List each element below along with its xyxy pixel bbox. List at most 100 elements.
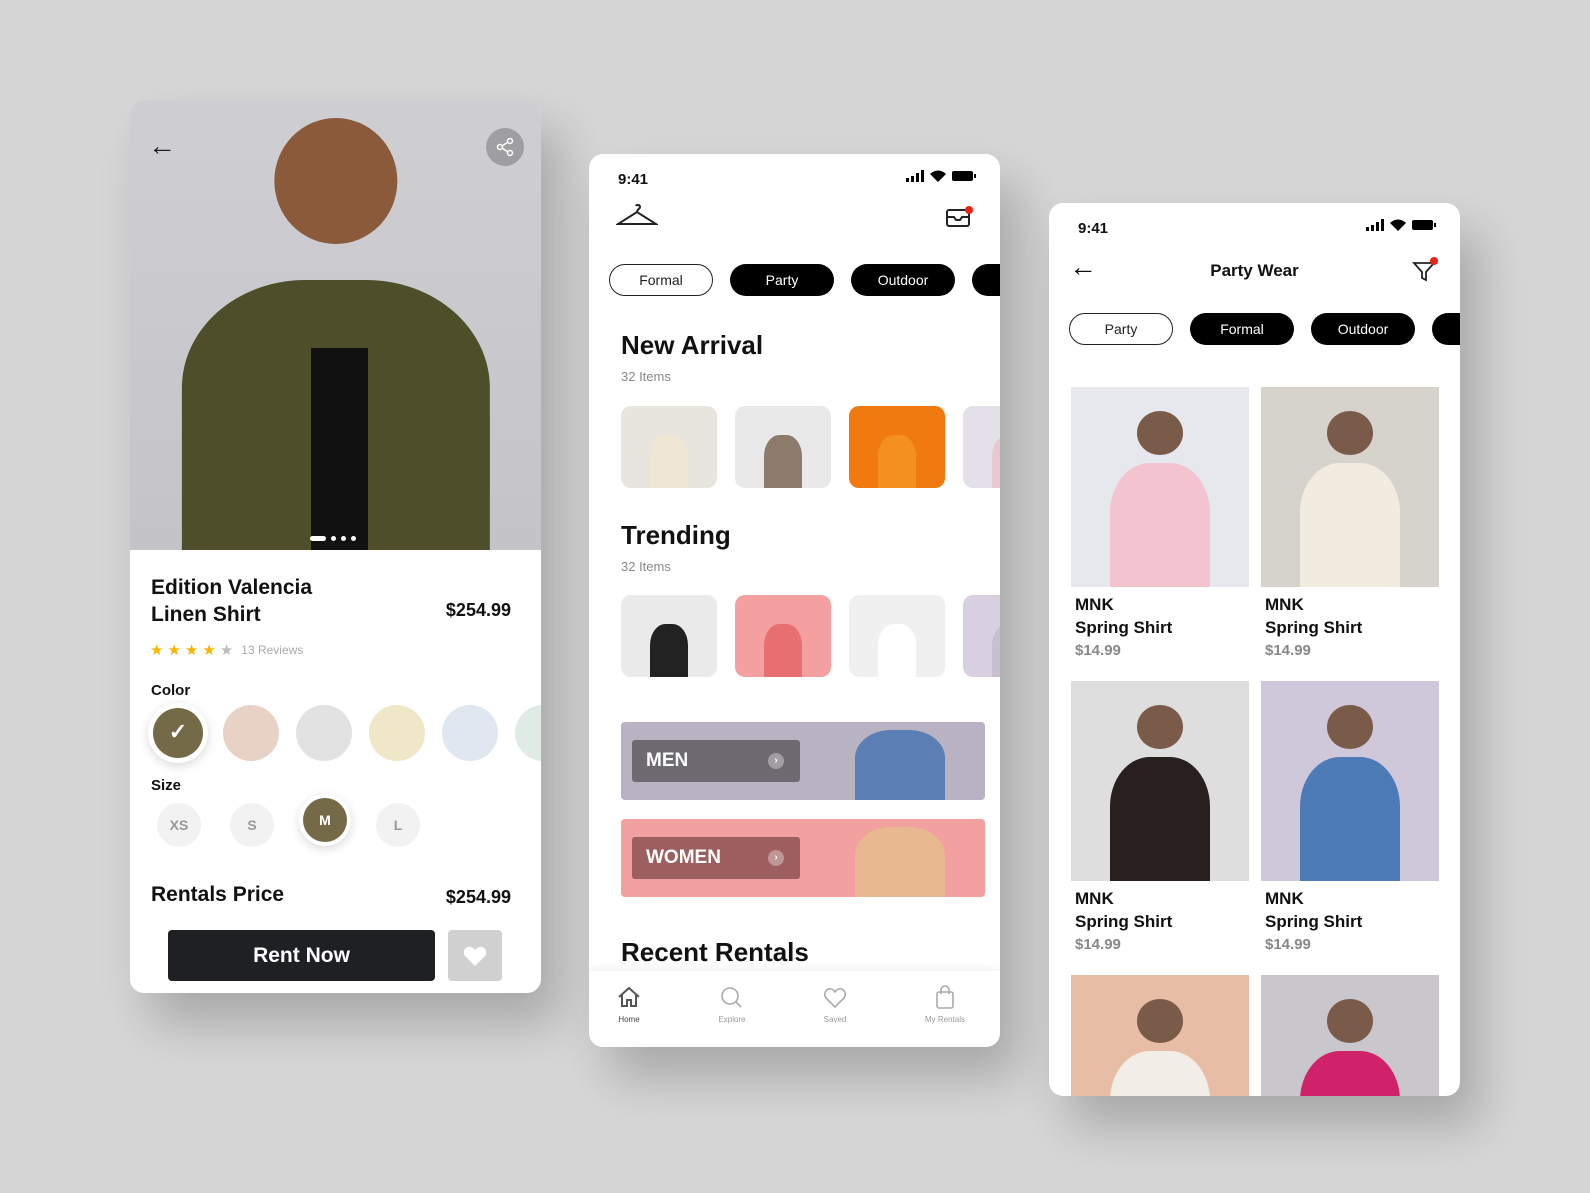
battery-icon	[1412, 220, 1436, 230]
pager-dot[interactable]	[351, 536, 356, 541]
chevron-right-icon: ›	[768, 850, 784, 866]
product-card[interactable]	[1071, 975, 1249, 1096]
filter-chip-formal[interactable]: Formal	[1190, 313, 1294, 345]
trending-title: Trending	[621, 520, 731, 550]
nav-home[interactable]: Home	[589, 985, 669, 1024]
figure	[1136, 705, 1184, 749]
product-card[interactable]: MNK Spring Shirt $14.99	[1261, 681, 1439, 953]
banner-model	[855, 827, 945, 897]
product-price: $14.99	[1265, 936, 1311, 953]
product-card[interactable]: MNK Spring Shirt $14.99	[1261, 387, 1439, 659]
product-image	[1261, 387, 1439, 587]
product-image	[1261, 975, 1439, 1096]
product-thumbnail[interactable]	[735, 595, 831, 677]
product-thumbnail[interactable]	[621, 595, 717, 677]
product-name: Spring Shirt	[1265, 618, 1363, 637]
size-option-m[interactable]: M	[303, 798, 347, 842]
color-swatch[interactable]	[442, 705, 498, 761]
product-card[interactable]: MNK Spring Shirt $14.99	[1071, 387, 1249, 659]
filter-chip-formal[interactable]: Formal	[609, 264, 713, 296]
product-thumbnail[interactable]	[621, 406, 717, 488]
color-swatch[interactable]	[515, 705, 541, 761]
signal-icon	[906, 170, 924, 182]
pager-dot[interactable]	[331, 536, 336, 541]
share-button[interactable]	[486, 128, 524, 166]
product-thumbnail[interactable]	[735, 406, 831, 488]
star-icon: ★	[167, 642, 181, 659]
nav-saved[interactable]: Saved	[795, 985, 875, 1024]
filter-chip-outdoor[interactable]: Outdoor	[1311, 313, 1415, 345]
share-icon	[496, 137, 514, 157]
color-swatch[interactable]: ✓	[153, 708, 203, 758]
product-card[interactable]	[1261, 975, 1439, 1096]
banner-model	[855, 730, 945, 800]
inbox-button[interactable]	[945, 206, 973, 233]
filter-button[interactable]	[1411, 257, 1438, 288]
figure	[1110, 757, 1210, 881]
home-screen: 9:41 Formal Party Outdoor New Arrival 32 I…	[589, 154, 1000, 1047]
filter-chip-outdoor[interactable]: Outdoor	[851, 264, 955, 296]
figure	[1136, 411, 1184, 455]
figure	[1110, 463, 1210, 587]
search-icon	[721, 987, 742, 1008]
figure	[1326, 999, 1374, 1043]
size-option-s[interactable]: S	[230, 803, 274, 847]
filter-chip-more[interactable]	[972, 264, 1000, 296]
product-thumbnail[interactable]	[963, 406, 1000, 488]
wifi-icon	[930, 170, 946, 182]
notification-dot	[1430, 257, 1438, 265]
color-swatch[interactable]	[223, 705, 279, 761]
category-banner-men[interactable]: MEN ›	[621, 722, 985, 800]
chevron-right-icon: ›	[768, 753, 784, 769]
nav-my-rentals[interactable]: My Rentals	[905, 985, 985, 1024]
size-option-l[interactable]: L	[376, 803, 420, 847]
product-price: $254.99	[445, 600, 511, 620]
star-icon: ★	[150, 642, 164, 659]
product-price: $14.99	[1075, 936, 1121, 953]
product-image	[1261, 681, 1439, 881]
product-thumbnail[interactable]	[963, 595, 1000, 677]
favorite-button[interactable]	[448, 930, 502, 981]
nav-explore[interactable]: Explore	[692, 985, 772, 1024]
filter-chip-party[interactable]: Party	[1069, 313, 1173, 345]
filter-chip-party[interactable]: Party	[730, 264, 834, 296]
figure	[877, 434, 917, 488]
product-title: Edition Valencia Linen Shirt	[151, 576, 313, 626]
color-label: Color	[151, 682, 191, 699]
product-thumbnail[interactable]	[849, 595, 945, 677]
trending-count: 32 Items	[621, 559, 671, 574]
pager-dot[interactable]	[310, 536, 326, 541]
product-brand: MNK	[1265, 889, 1304, 908]
back-arrow-icon[interactable]: ←	[148, 130, 176, 162]
product-thumbnail[interactable]	[849, 406, 945, 488]
size-option-xs[interactable]: XS	[157, 803, 201, 847]
figure	[1300, 1051, 1400, 1096]
product-name: Spring Shirt	[1075, 618, 1173, 637]
new-arrival-count: 32 Items	[621, 369, 671, 384]
rent-now-button[interactable]: Rent Now	[168, 930, 435, 981]
product-price: $14.99	[1265, 642, 1311, 659]
check-icon: ✓	[168, 719, 188, 744]
status-time: 9:41	[618, 171, 649, 188]
rating: ★ ★ ★ ★ ★ 13 Reviews	[150, 641, 303, 659]
bag-icon	[936, 985, 954, 1009]
category-banner-women[interactable]: WOMEN ›	[621, 819, 985, 897]
product-card[interactable]: MNK Spring Shirt $14.99	[1071, 681, 1249, 953]
figure	[763, 434, 803, 488]
filter-chip-more[interactable]	[1432, 313, 1460, 345]
page-title: Party Wear	[1210, 261, 1299, 280]
banner-label: MEN ›	[632, 740, 800, 782]
color-swatch[interactable]	[296, 705, 352, 761]
rental-price: $254.99	[445, 887, 511, 907]
wifi-icon	[1390, 219, 1406, 231]
star-icon: ★	[184, 642, 199, 659]
pager-dot[interactable]	[341, 536, 346, 541]
figure	[649, 434, 689, 488]
product-brand: MNK	[1075, 595, 1114, 614]
product-image	[1071, 681, 1249, 881]
rental-price-label: Rentals Price	[151, 883, 285, 906]
product-price: $14.99	[1075, 642, 1121, 659]
color-swatch[interactable]	[369, 705, 425, 761]
nav-label: Explore	[718, 1015, 746, 1024]
product-name: Spring Shirt	[1075, 912, 1173, 931]
